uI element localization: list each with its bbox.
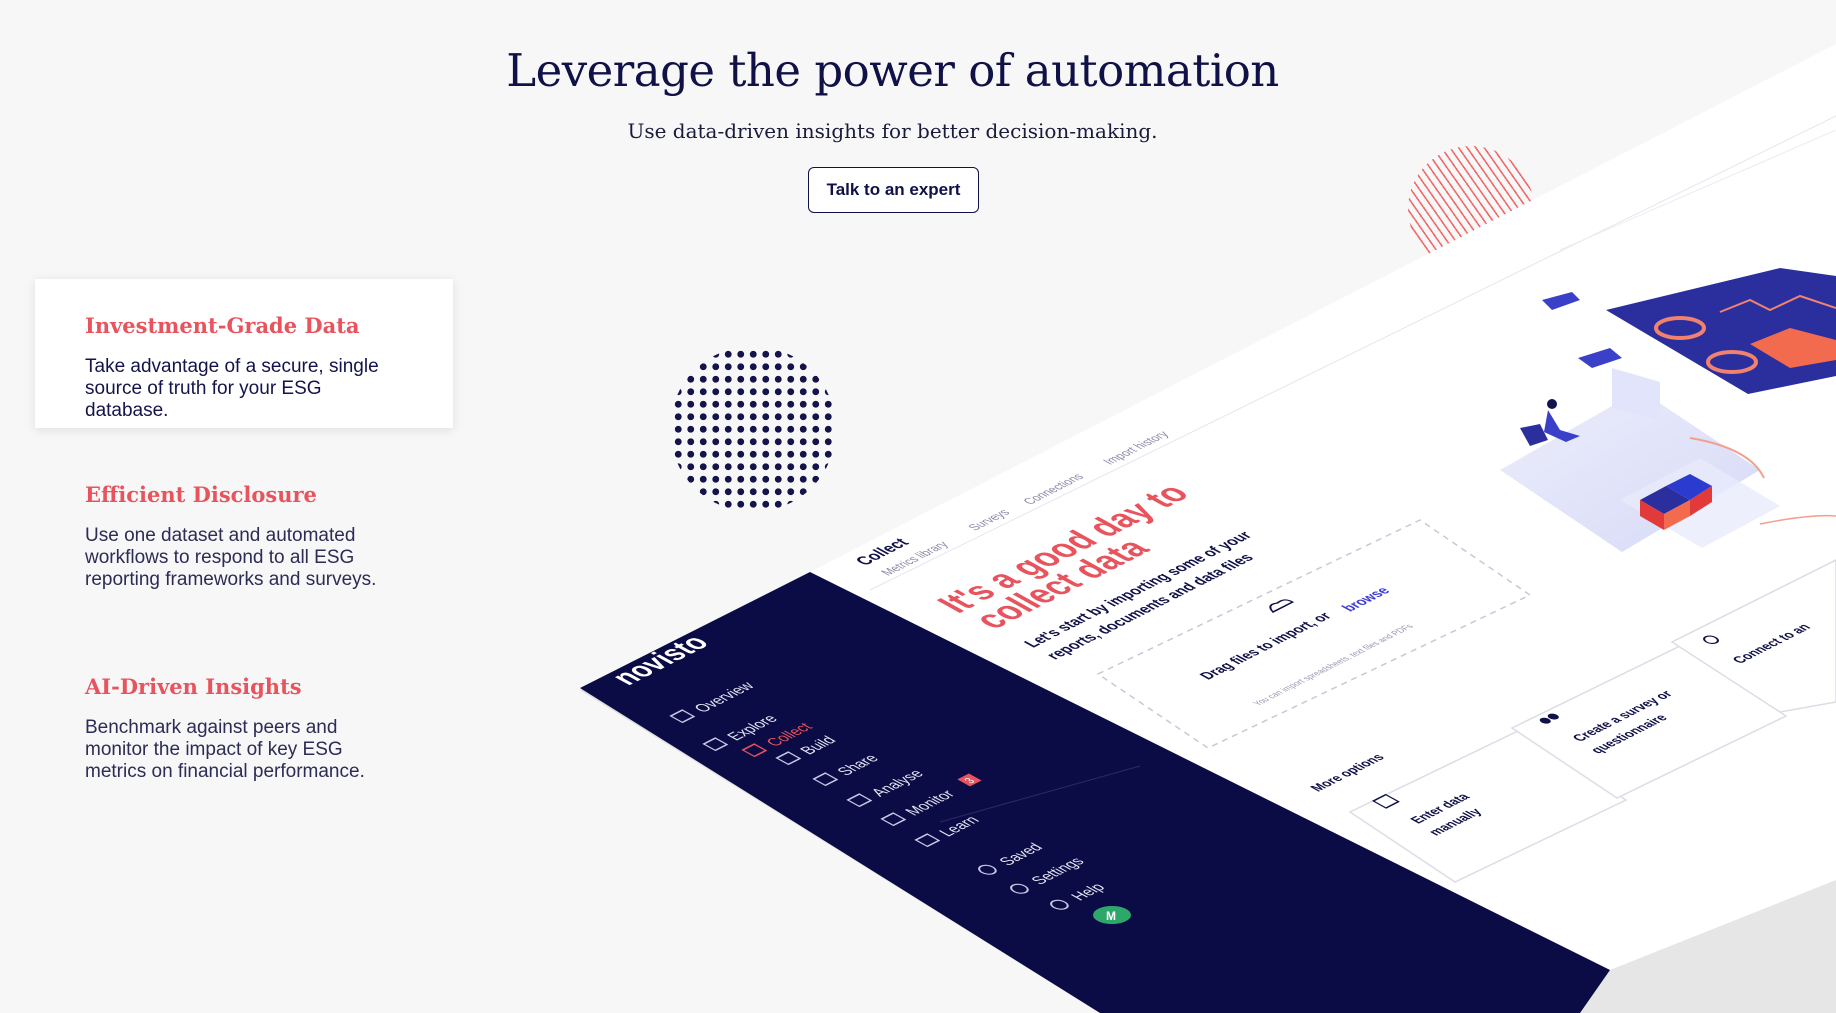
avatar[interactable]: M [1093, 906, 1131, 924]
app-screenshot-mockup: novisto Overview Explore Collect Build S… [0, 0, 1836, 1013]
svg-text:M: M [1106, 909, 1116, 923]
